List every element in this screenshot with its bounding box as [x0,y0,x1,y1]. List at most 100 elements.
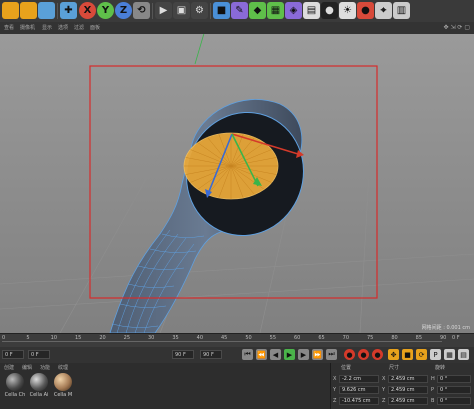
timeline-tick-label: 40 [196,335,204,341]
prev-key-icon[interactable]: ⏪ [256,349,267,360]
play-icon[interactable]: ▶ [284,349,295,360]
menu-item-panel[interactable]: 面板 [90,22,100,34]
timeline-tick-label: 0 [2,335,6,341]
size-axis-label: Y [382,387,386,393]
layout-icon[interactable]: ▥ [393,2,410,19]
material-menu-edit[interactable]: 编辑 [22,364,32,371]
key-pla-icon[interactable]: ▦ [444,349,455,360]
material-menu-create[interactable]: 创建 [4,364,14,371]
coordinate-system-icon[interactable]: ⟲ [133,2,150,19]
camera-icon[interactable]: ● [321,2,338,19]
cube-icon[interactable]: ■ [213,2,230,19]
end-frame-field[interactable]: 90 F [172,350,194,359]
material-item[interactable]: Cella M [52,373,74,403]
render-picture-viewer-icon[interactable]: ▣ [173,2,190,19]
menu-item-view[interactable]: 查看 [4,22,14,34]
key-position-icon[interactable]: ✥ [388,349,399,360]
material-manager: 创建 编辑 功能 纹理 Cella Ch Cella Ai Cella M [0,363,330,409]
key-scale-icon[interactable]: ■ [402,349,413,360]
preview-end-field[interactable]: 90 F [200,350,222,359]
position-x-field[interactable]: -2.2 cm [339,375,379,383]
keyframe-selection-icon[interactable]: ● [372,349,383,360]
toolbar-separator [210,3,211,19]
next-key-icon[interactable]: ⏩ [312,349,323,360]
x-axis-lock-icon[interactable]: X [79,2,96,19]
autokey-icon[interactable]: ● [358,349,369,360]
position-axis-label: Z [333,398,337,404]
floor-icon[interactable]: ▤ [303,2,320,19]
position-axis-label: X [333,376,337,382]
material-item[interactable]: Cella Ai [28,373,50,403]
material-label: Cella Ai [29,392,49,398]
key-param-icon[interactable]: P [430,349,441,360]
size-axis-label: Z [382,398,386,404]
material-item[interactable]: Cella Ch [4,373,26,403]
timeline-tick-label: 35 [172,335,179,341]
timeline-ruler[interactable]: 0 5 10 15 20 25 30 35 40 45 50 55 60 65 70 75 80 85 90 0 F [0,333,474,348]
go-to-start-icon[interactable]: ⏮ [242,349,253,360]
timeline-layout-icon[interactable]: ▤ [458,349,469,360]
render-view-icon[interactable]: ▶ [155,2,172,19]
timeline-tick-label: 5 [26,335,30,341]
size-header: 尺寸 [389,365,400,371]
rotation-h-field[interactable]: 0 ° [437,375,471,383]
timeline-tick-label: 50 [245,335,252,341]
viewport-nav-icons[interactable]: ✥ ⇲ ⟳ ▢ [444,22,470,34]
position-header: 位置 [341,365,352,371]
start-frame-field[interactable]: 0 F [28,350,50,359]
timeline-tick-label: 45 [221,335,228,341]
timeline-tick-label: 85 [415,335,423,341]
tag-icon[interactable]: ● [357,2,374,19]
rotation-axis-label: B [431,398,435,404]
pen-icon[interactable]: ✎ [231,2,248,19]
z-axis-lock-icon[interactable]: Z [115,2,132,19]
array-icon[interactable]: ▦ [267,2,284,19]
size-z-field[interactable]: 2.459 cm [388,397,428,405]
timeline-tick-label: 55 [269,335,277,341]
toolbar-separator [152,3,153,19]
menu-item-filter[interactable]: 过滤 [74,22,84,34]
rotation-header: 旋转 [435,365,446,371]
timeline-tick-label: 70 [342,335,350,341]
size-x-field[interactable]: 2.459 cm [388,375,428,383]
position-z-field[interactable]: -10.475 cm [339,397,379,405]
coord-row-z: Z -10.475 cm Z 2.459 cm B 0 ° [333,396,473,406]
menu-item-display[interactable]: 显示 [42,22,52,34]
light-icon[interactable]: ☀ [339,2,356,19]
redo-icon[interactable] [20,2,37,19]
material-preview-sphere [30,373,48,391]
snap-icon[interactable]: ⌖ [375,2,392,19]
go-to-end-icon[interactable]: ⏭ [326,349,337,360]
deformer-icon[interactable]: ◈ [285,2,302,19]
timeline-tick-label: 65 [318,335,325,341]
edit-render-settings-icon[interactable]: ⚙ [191,2,208,19]
toolbar-separator [57,3,58,19]
rotation-b-field[interactable]: 0 ° [437,397,471,405]
timeline-tick-label: 30 [148,335,155,341]
record-icon[interactable]: ● [344,349,355,360]
position-y-field[interactable]: 9.626 cm [339,386,379,394]
subdivision-icon[interactable]: ◆ [249,2,266,19]
move-icon[interactable]: ✚ [60,2,77,19]
material-menu-function[interactable]: 功能 [40,364,50,371]
menu-item-options[interactable]: 选项 [58,22,68,34]
timeline-tick-label: 75 [367,335,374,341]
3d-viewport[interactable]: 网格间距 : 0.001 cm [0,34,474,333]
key-rotation-icon[interactable]: ⟳ [416,349,427,360]
material-label: Cella M [53,392,73,398]
undo-icon[interactable] [2,2,19,19]
size-axis-label: X [382,376,386,382]
bottom-panels: 创建 编辑 功能 纹理 Cella Ch Cella Ai Cella M 位置… [0,363,474,409]
current-frame-field[interactable]: 0 F [2,350,24,359]
next-frame-icon[interactable]: ▶ [298,349,309,360]
size-y-field[interactable]: 2.459 cm [388,386,428,394]
rotation-p-field[interactable]: 0 ° [437,386,471,394]
y-axis-lock-icon[interactable]: Y [97,2,114,19]
material-preview-sphere [54,373,72,391]
menu-item-cameras[interactable]: 摄像机 [20,22,35,34]
prev-frame-icon[interactable]: ◀ [270,349,281,360]
material-preview-sphere [6,373,24,391]
live-select-icon[interactable] [38,2,55,19]
timeline-tick-label: 60 [294,335,301,341]
material-menu-texture[interactable]: 纹理 [58,364,68,371]
